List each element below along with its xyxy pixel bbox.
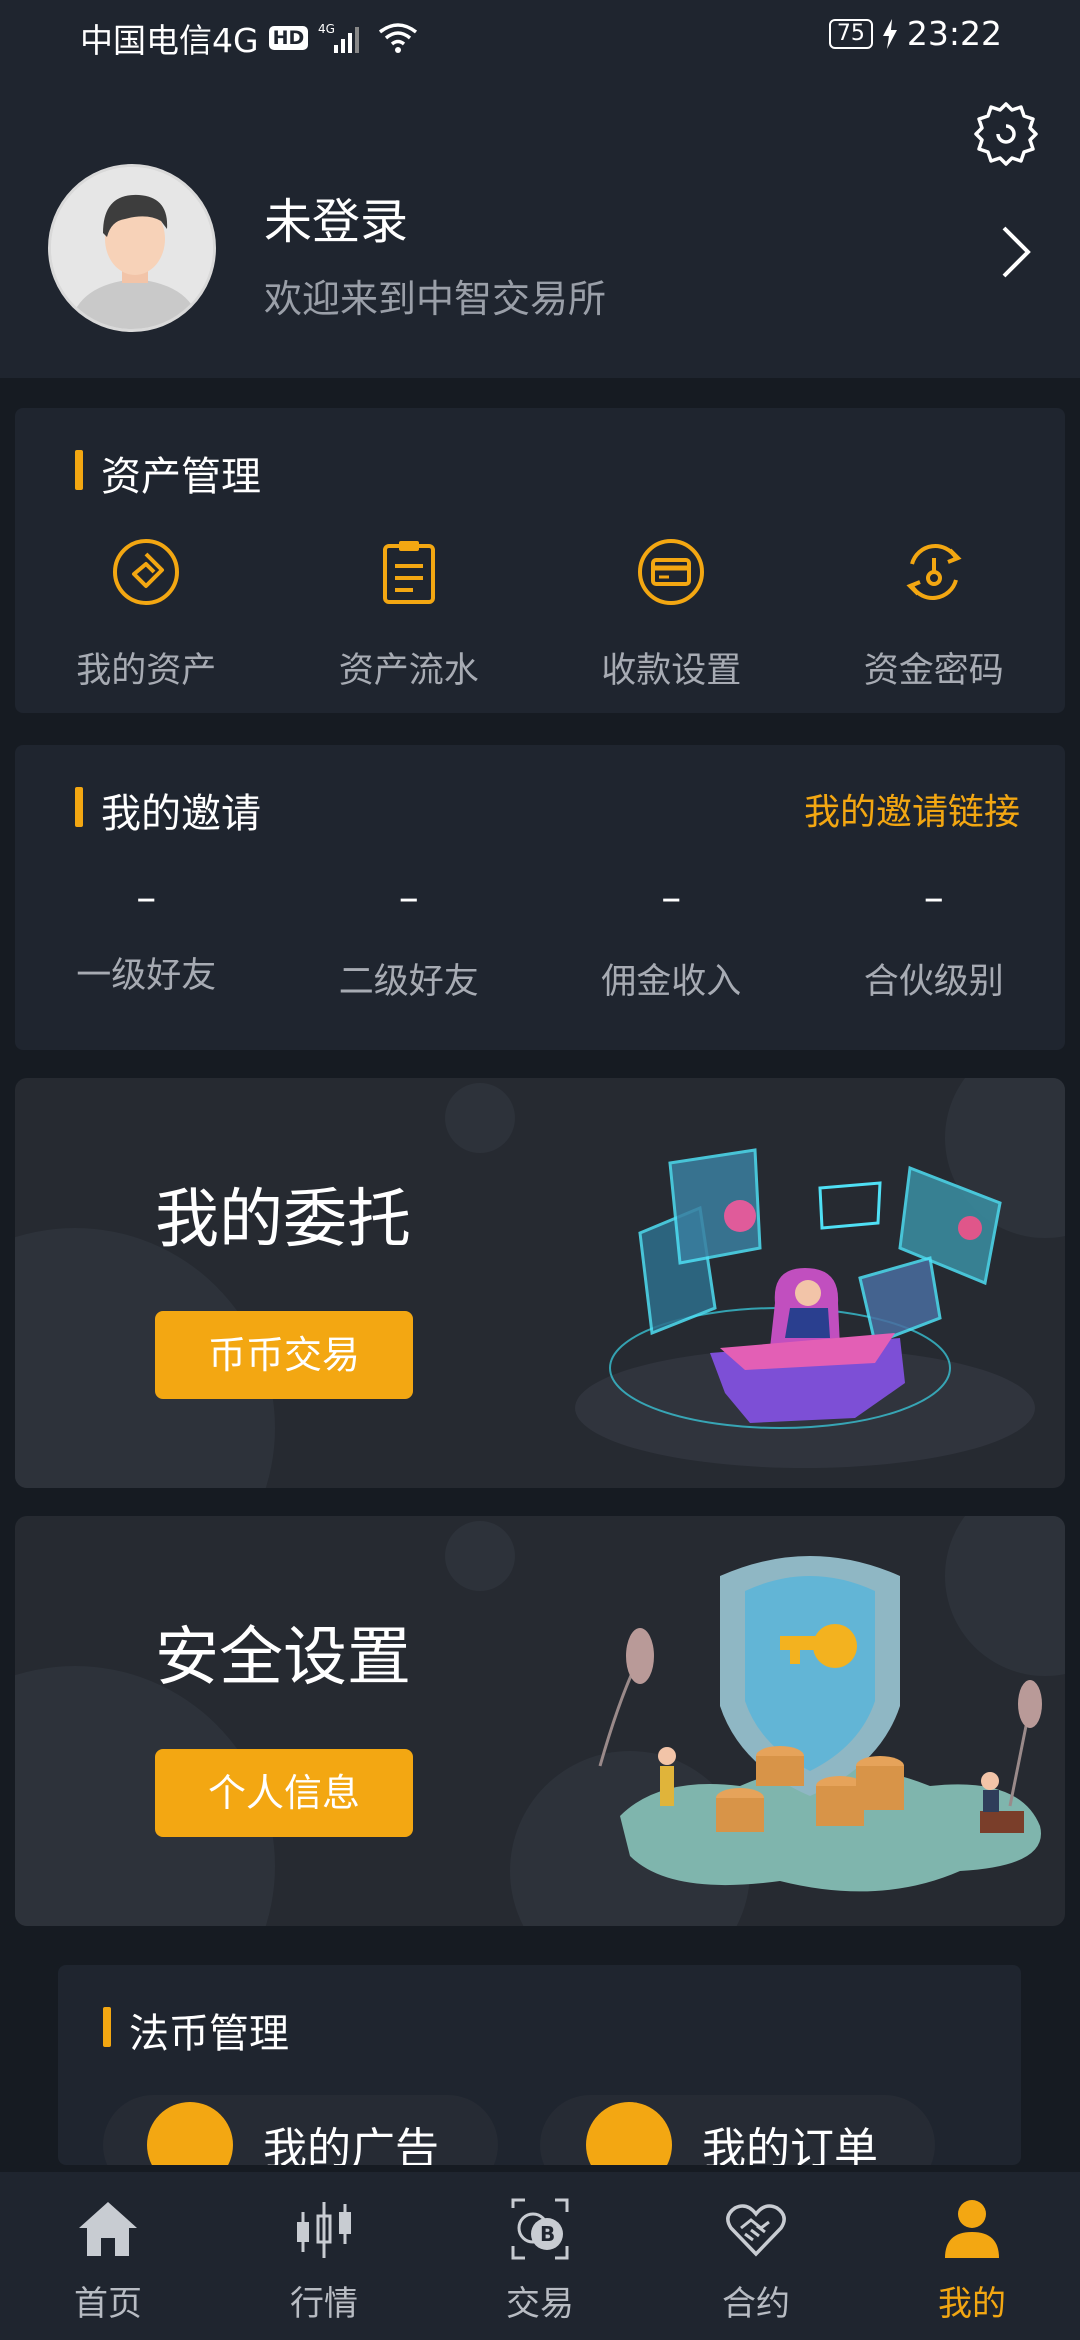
bg-dot bbox=[445, 1521, 515, 1591]
bg-dot bbox=[445, 1083, 515, 1153]
signal-icon: 4G bbox=[318, 22, 360, 53]
bottom-tab-bar: 首页 行情 B 交易 合约 我的 bbox=[0, 2172, 1080, 2340]
profile-name[interactable]: 未登录 bbox=[264, 182, 408, 252]
status-bar: 中国电信4G HD 4G 75 23:22 bbox=[0, 0, 1080, 72]
invite-stat-commission: – 佣金收入 bbox=[540, 875, 803, 1004]
svg-text:B: B bbox=[540, 2222, 555, 2246]
invite-stat-level2: – 二级好友 bbox=[278, 875, 541, 1004]
battery-indicator: 75 bbox=[828, 18, 873, 49]
profile-header[interactable]: 未登录 欢迎来到中智交易所 bbox=[0, 72, 1080, 378]
settings-gear-icon[interactable] bbox=[972, 100, 1040, 168]
asset-flow-label: 资产流水 bbox=[338, 651, 479, 691]
profile-welcome: 欢迎来到中智交易所 bbox=[264, 277, 607, 321]
fund-password-label: 资金密码 bbox=[863, 651, 1004, 691]
orders-promo-title: 我的委托 bbox=[155, 1183, 411, 1257]
stat-label: 合伙级别 bbox=[863, 962, 1004, 1002]
tab-contract-label: 合约 bbox=[722, 2284, 790, 2324]
stat-label: 佣金收入 bbox=[601, 962, 742, 1002]
home-icon bbox=[79, 2202, 137, 2256]
fiat-management-card: 法币管理 我的广告 我的订单 bbox=[58, 1965, 1021, 2165]
payment-settings-label: 收款设置 bbox=[601, 651, 742, 691]
candlestick-icon bbox=[297, 2202, 351, 2258]
my-orders-button[interactable]: 我的订单 bbox=[540, 2095, 935, 2165]
my-ads-label: 我的广告 bbox=[263, 2124, 439, 2165]
tab-mine[interactable]: 我的 bbox=[864, 2172, 1080, 2340]
carrier-label: 中国电信4G bbox=[80, 21, 259, 60]
invites-title: 我的邀请 bbox=[75, 781, 261, 839]
stat-label: 二级好友 bbox=[338, 962, 479, 1002]
invite-stat-level1: – 一级好友 bbox=[15, 875, 278, 1004]
stat-value: – bbox=[136, 875, 157, 921]
user-icon bbox=[945, 2200, 999, 2258]
asset-flow-item[interactable]: 资产流水 bbox=[278, 536, 541, 693]
avatar[interactable] bbox=[48, 164, 216, 332]
bitcoin-exchange-icon: B bbox=[511, 2198, 569, 2260]
key-refresh-icon bbox=[906, 544, 962, 600]
avatar-placeholder-icon bbox=[51, 167, 213, 329]
tab-market-label: 行情 bbox=[290, 2284, 358, 2324]
card-icon bbox=[638, 539, 705, 605]
status-right: 75 23:22 bbox=[828, 14, 1002, 53]
trader-illustration bbox=[575, 1148, 1035, 1468]
invites-card: 我的邀请 我的邀请链接 – 一级好友 – 二级好友 – 佣金收入 – 合伙级别 bbox=[15, 745, 1065, 1050]
invite-link[interactable]: 我的邀请链接 bbox=[804, 783, 1020, 835]
payment-settings-item[interactable]: 收款设置 bbox=[540, 536, 803, 693]
my-ads-button[interactable]: 我的广告 bbox=[103, 2095, 498, 2165]
handshake-icon bbox=[726, 2204, 786, 2257]
svg-text:4G: 4G bbox=[318, 22, 335, 36]
tab-contract[interactable]: 合约 bbox=[648, 2172, 864, 2340]
chevron-right-icon[interactable] bbox=[996, 222, 1036, 282]
stat-value: – bbox=[398, 875, 419, 921]
clock: 23:22 bbox=[906, 14, 1002, 53]
my-orders-label: 我的订单 bbox=[702, 2124, 878, 2165]
tab-trade-label: 交易 bbox=[506, 2284, 574, 2324]
charging-icon bbox=[882, 18, 897, 49]
hd-badge: HD bbox=[268, 26, 309, 50]
tab-home-label: 首页 bbox=[74, 2284, 142, 2324]
tab-trade[interactable]: B 交易 bbox=[432, 2172, 648, 2340]
asset-management-card: 资产管理 我的资产 资产流水 收款设置 资金密码 bbox=[15, 408, 1065, 713]
tab-market[interactable]: 行情 bbox=[216, 2172, 432, 2340]
tab-home[interactable]: 首页 bbox=[0, 2172, 216, 2340]
document-icon bbox=[586, 2102, 672, 2165]
asset-grid: 我的资产 资产流水 收款设置 资金密码 bbox=[15, 536, 1065, 693]
stat-value: – bbox=[923, 875, 944, 921]
fund-password-item[interactable]: 资金密码 bbox=[803, 536, 1066, 693]
invite-stat-partner-level: – 合伙级别 bbox=[803, 875, 1066, 1004]
fiat-management-title: 法币管理 bbox=[103, 2001, 289, 2059]
status-left: 中国电信4G HD 4G bbox=[80, 14, 418, 62]
asset-management-title: 资产管理 bbox=[75, 444, 261, 502]
orders-promo-card[interactable]: 我的委托 币币交易 bbox=[15, 1078, 1065, 1488]
my-assets-item[interactable]: 我的资产 bbox=[15, 536, 278, 693]
stat-value: – bbox=[661, 875, 682, 921]
tab-mine-label: 我的 bbox=[938, 2284, 1006, 2324]
security-promo-title: 安全设置 bbox=[155, 1621, 411, 1695]
coin-trading-button[interactable]: 币币交易 bbox=[155, 1311, 413, 1399]
personal-info-button[interactable]: 个人信息 bbox=[155, 1749, 413, 1837]
invite-stats: – 一级好友 – 二级好友 – 佣金收入 – 合伙级别 bbox=[15, 875, 1065, 1004]
monitor-icon bbox=[147, 2102, 233, 2165]
wifi-icon bbox=[379, 23, 418, 53]
security-promo-card[interactable]: 安全设置 个人信息 bbox=[15, 1516, 1065, 1926]
security-illustration bbox=[598, 1556, 1042, 1892]
my-assets-label: 我的资产 bbox=[76, 651, 217, 691]
wallet-diamond-icon bbox=[113, 539, 180, 605]
clipboard-list-icon bbox=[382, 541, 435, 604]
stat-label: 一级好友 bbox=[76, 956, 217, 996]
